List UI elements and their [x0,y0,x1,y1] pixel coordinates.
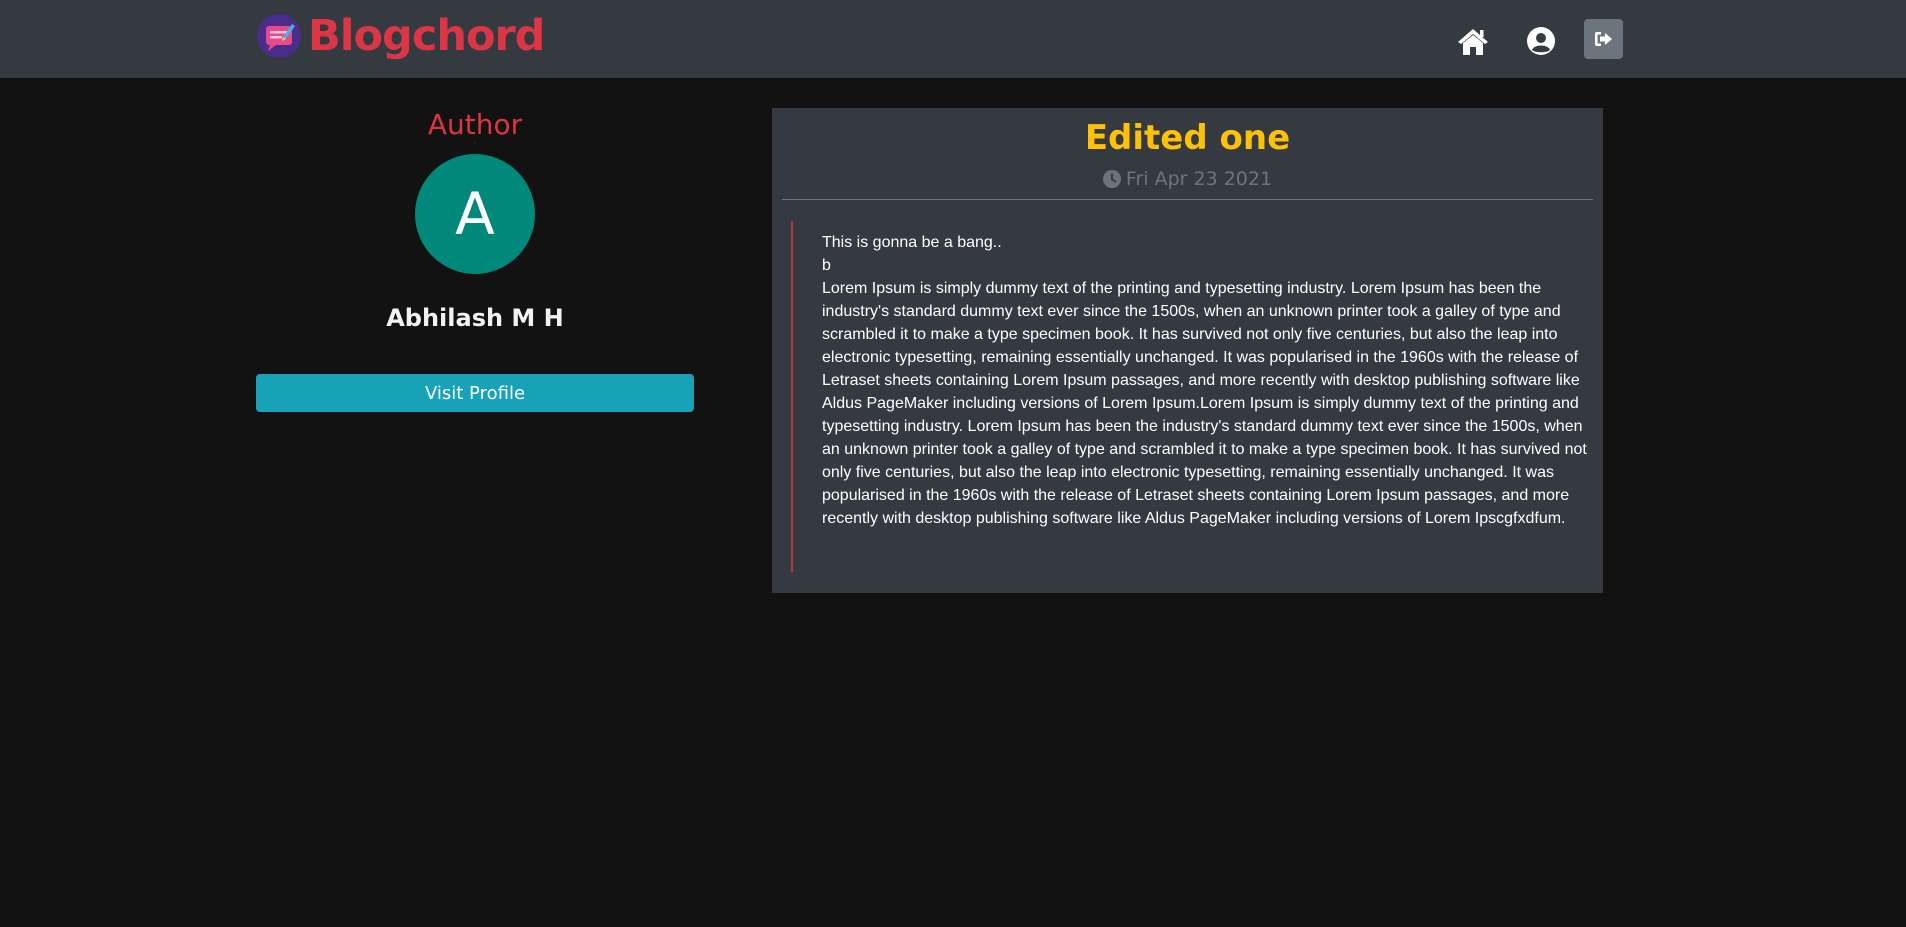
user-circle-icon [1527,27,1555,55]
post-date: Fri Apr 23 2021 [772,168,1603,190]
post-body-paragraph: Lorem Ipsum is simply dummy text of the … [822,280,1587,527]
brand-name: Blogchord [308,10,545,61]
author-avatar: A [415,154,535,274]
post-body: This is gonna be a bang.. b Lorem Ipsum … [791,221,1592,572]
post-card: Edited one Fri Apr 23 2021 This is gonna… [772,108,1603,593]
clock-icon [1102,170,1121,188]
visit-profile-button[interactable]: Visit Profile [256,374,694,412]
navbar: Blogchord [0,0,1906,78]
post-title: Edited one [1084,118,1291,158]
post-body-line: b [822,257,831,274]
post-date-text: Fri Apr 23 2021 [1125,168,1273,190]
home-link[interactable] [1453,21,1493,61]
brand-link[interactable]: Blogchord [256,10,545,62]
profile-link[interactable] [1521,21,1561,61]
author-name: Abhilash M H [386,304,564,332]
post-divider [782,199,1593,200]
logout-button[interactable] [1584,19,1623,59]
author-heading: Author [427,108,523,141]
home-icon [1458,29,1488,55]
post-body-line: This is gonna be a bang.. [822,234,1002,251]
blogchord-logo-icon [257,14,301,58]
sign-out-icon [1594,32,1612,46]
